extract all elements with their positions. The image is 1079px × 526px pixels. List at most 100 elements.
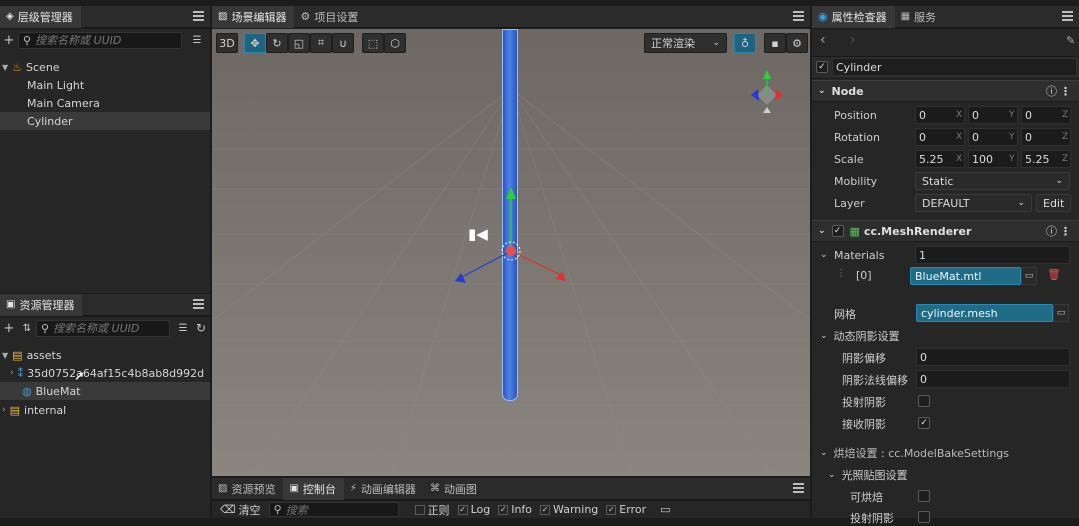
tab-services[interactable]: ▦ 服务 [895,6,944,28]
render-mode-select[interactable]: 正常渲染 ⌄ [644,33,727,53]
tab-hierarchy[interactable]: ◈ 层级管理器 [0,5,81,28]
regex-checkbox[interactable] [414,504,425,515]
assets-search-input[interactable]: ⚲ 搜索名称或 UUID [36,319,170,337]
lighting-toggle-button[interactable]: ♁ [734,33,756,53]
mouse-cursor-icon: ➚ [74,369,85,384]
tree-item-assets[interactable]: ▼ ▤ assets [2,346,62,364]
filter-info[interactable]: ✓ Info [498,503,532,516]
shadow-normal-bias-input[interactable]: 0 [916,370,1070,388]
material-0-field[interactable]: BlueMat.mtl [910,267,1021,285]
camera-settings-button[interactable]: ▪ [764,33,786,53]
sort-asset-icon[interactable]: ⇅ [18,319,36,337]
cast-shadow-checkbox[interactable] [918,395,930,407]
mesh-field[interactable]: cylinder.mesh [916,304,1053,322]
tab-project-settings[interactable]: ⚙ 项目设置 [294,6,366,28]
rotate-tool-button[interactable]: ↻ [266,33,288,53]
trash-icon[interactable]: 🗑 [1047,268,1061,281]
console-search-input[interactable]: ⚲ 搜索 [268,502,399,517]
bake-section-header[interactable]: ⌄ 烘焙设置 : cc.ModelBakeSettings [820,445,1009,461]
node-name-input[interactable]: Cylinder [832,58,1077,76]
bottom-menu-icon[interactable] [793,483,804,493]
list-view-icon[interactable]: ☰ [174,319,192,337]
grid-icon: ▦ [849,224,860,238]
layer-edit-button[interactable]: Edit [1036,194,1071,212]
drag-handle-icon[interactable]: ⋮ [836,268,846,279]
scene-menu-icon[interactable] [793,11,804,21]
tree-item-cylinder[interactable]: Cylinder [0,112,210,130]
receive-shadow-checkbox[interactable]: ✓ [918,417,930,429]
more-icon[interactable]: ⋮ [1060,85,1071,98]
mode-3d-button[interactable]: 3D [216,33,238,53]
mobility-select[interactable]: Static ⌄ [915,172,1070,190]
refresh-icon[interactable]: ↻ [192,319,210,337]
help-icon[interactable]: ⓘ [1046,83,1057,99]
tree-item-bluemat[interactable]: ◍ BlueMat [0,382,210,400]
more-icon[interactable]: ⋮ [1060,225,1071,238]
transform-gizmo[interactable] [212,29,810,476]
materials-count-input[interactable]: 1 [915,246,1070,264]
scale-tool-button[interactable]: ◱ [288,33,310,53]
layer-select[interactable]: DEFAULT ⌄ [915,194,1032,212]
tab-asset-preview[interactable]: ▨ 资源预览 [212,478,283,500]
value: 0 [972,108,979,122]
scene-viewport[interactable]: ▮◀ [212,29,810,476]
back-icon[interactable]: ‹ [820,32,826,48]
mesh-renderer-section-header[interactable]: ⌄ ✓ ▦ cc.MeshRenderer ⓘ ⋮ [812,220,1079,242]
shadow-section-header[interactable]: ⌄ 动态阴影设置 [820,328,900,344]
coordinate-button[interactable]: ⬡ [384,33,406,53]
hierarchy-search-input[interactable]: ⚲ 搜索名称或 UUID [18,31,182,49]
clear-button[interactable]: ⌫ 清空 [220,502,261,518]
material-value: BlueMat.mtl [915,269,982,283]
tab-scene-editor[interactable]: ▨ 场景编辑器 [212,5,295,28]
graph-icon: ⌘ [429,483,440,494]
tab-animation-editor[interactable]: ⚡ 动画编辑器 [344,478,424,500]
node-section-header[interactable]: ⌄ Node ⓘ ⋮ [812,80,1079,102]
log-checkbox[interactable]: ✓ [457,504,468,515]
filter-error[interactable]: ✓ Error [606,503,646,516]
warning-checkbox[interactable]: ✓ [540,504,551,515]
orientation-gizmo[interactable] [742,67,792,117]
tree-item-main-camera[interactable]: Main Camera [27,94,100,112]
document-icon[interactable]: ▭ [660,503,670,516]
add-node-icon[interactable]: + [0,31,18,49]
tree-item-uuid-folder[interactable]: › ⁑ 35d0752a64af15c4b8ab8d992d [10,364,204,382]
sort-icon[interactable]: ☰ [188,31,206,49]
pin-icon[interactable]: ✎ [1066,34,1075,47]
tree-item-main-light[interactable]: Main Light [27,76,84,94]
info-checkbox[interactable]: ✓ [498,504,509,515]
scene-settings-button[interactable]: ⚙ [786,33,808,53]
tree-item-internal[interactable]: › ▤ internal [2,401,66,419]
node-active-checkbox[interactable]: ✓ [816,61,828,73]
material-index-label: [0] [856,269,872,282]
tab-inspector[interactable]: ◉ 属性检查器 [812,5,895,28]
lightmap-cast-shadow-checkbox[interactable] [918,511,930,523]
bakeable-checkbox[interactable] [918,490,930,502]
axis-y-label: Y [1009,110,1015,120]
mesh-renderer-enabled-checkbox[interactable]: ✓ [831,225,844,237]
assets-menu-icon[interactable] [193,299,204,309]
inspector-menu-icon[interactable] [1062,11,1073,21]
mesh-lock-icon[interactable]: ▭ [1053,304,1069,322]
forward-icon[interactable]: › [850,32,856,48]
tab-assets[interactable]: ▣ 资源管理器 [0,293,83,316]
camera-icon[interactable]: ▮◀ [468,225,488,243]
material-lock-icon[interactable]: ▭ [1021,267,1037,285]
help-icon[interactable]: ⓘ [1046,223,1057,239]
snap-tool-button[interactable]: ∪ [332,33,354,53]
tab-hierarchy-label: 层级管理器 [17,10,73,24]
filter-regex[interactable]: 正则 [414,502,450,518]
tree-item-scene[interactable]: ▼ ♨ Scene [2,58,60,76]
error-checkbox[interactable]: ✓ [606,504,617,515]
filter-log[interactable]: ✓ Log [457,503,490,516]
chevron-down-icon: ⌄ [712,38,720,48]
shadow-bias-input[interactable]: 0 [916,348,1070,366]
tab-animation-graph[interactable]: ⌘ 动画图 [424,478,485,500]
rect-tool-button[interactable]: ⌗ [310,33,332,53]
add-asset-icon[interactable]: + [0,319,18,337]
move-tool-button[interactable]: ✥ [244,33,266,53]
lightmap-section-header[interactable]: ⌄ 光照贴图设置 [828,467,908,483]
filter-warning[interactable]: ✓ Warning [540,503,598,516]
hierarchy-menu-icon[interactable] [193,11,204,21]
tab-console[interactable]: ▣ 控制台 [283,477,344,500]
pivot-button[interactable]: ⬚ [362,33,384,53]
